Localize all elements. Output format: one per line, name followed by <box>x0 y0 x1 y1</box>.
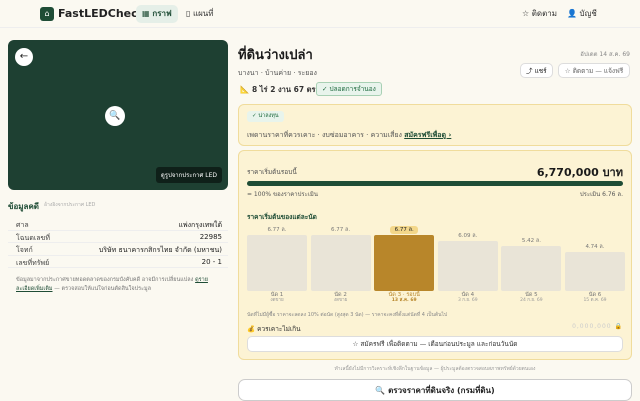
case-info-subtitle: อ้างอิงจากประกาศ LED <box>44 202 96 208</box>
breadcrumb: บางนา · บ้านค่าย · ระยอง <box>238 69 317 77</box>
share-icon: ⤴ <box>526 67 533 75</box>
recommend-label: 💰 ควรเคาะไม่เกิน <box>247 325 301 333</box>
signup-cta-button[interactable]: ☆ สมัครฟรี เพื่อติดตาม — เตือนก่อนประมูล… <box>247 336 623 352</box>
photo-caption[interactable]: ดูรูปจากประกาศ LED <box>155 167 222 183</box>
follow-link[interactable]: ☆ ติดตาม <box>522 5 557 23</box>
update-date: อัปเดต 14 ส.ค. 69 <box>580 51 630 58</box>
account-link[interactable]: 👤 บัญชี <box>567 5 597 23</box>
chart-category-label: นัด 2 งดขาย <box>333 292 348 303</box>
chart-bar[interactable] <box>247 235 307 291</box>
price-ratio-bar <box>247 181 623 186</box>
share-button[interactable]: ⤴ แชร์ <box>520 63 553 78</box>
info-row: เลขที่ทรัพย์ 20 - 1 <box>8 256 228 268</box>
chart-bar[interactable] <box>501 246 562 291</box>
footer-note: ทำเลนี้ยังไม่มีการวิเคราะห์เชิงลึกในฐานข… <box>334 366 536 372</box>
case-info-table: ศาล แพ่งกรุงเทพใต้ โฉนดเลขที่ 22985 โจทก์บ… <box>8 218 228 268</box>
chart-bar[interactable] <box>565 251 625 291</box>
schedule-title: ราคาเริ่มต้นของแต่ละนัด <box>247 213 317 221</box>
chart-value-label: 5.42 ล. <box>521 238 541 245</box>
chart-value-label: 6.77 ล. <box>267 227 287 233</box>
recommend-locked: 0,000,000 🔒 <box>572 323 623 330</box>
chart-value-label: 4.74 ล. <box>585 243 605 250</box>
land-area: 📐 8 ไร่ 2 งาน 67 ตร.ว. <box>240 85 326 94</box>
chart-category-label: นัด 43 ก.ย. 69 <box>457 292 478 303</box>
check-land-price-button[interactable]: 🔍 ตรวจราคาที่ดินจริง (กรมที่ดิน) <box>238 379 632 401</box>
property-photo: ← 🔍 ดูรูปจากประกาศ LED <box>8 40 228 190</box>
chart-value-label: 6.77 ล. <box>331 227 351 233</box>
signup-link[interactable]: สมัครฟรีเพื่อดู › <box>404 131 451 139</box>
promo-text: เพดานราคาที่ควรเคาะ · งบซ่อมอาคาร · ความ… <box>247 131 452 139</box>
case-info-title: ข้อมูลคดี <box>8 202 39 211</box>
chart-category-label: นัด 3 · รอบนี้ 13 ส.ค. 69 <box>388 292 420 303</box>
appraisal-value: ประเมิน 6.76 ล. <box>579 191 623 198</box>
status-badge: ✓ ปลอดการจำนอง <box>316 82 382 96</box>
schedule-disclaimer: นัดที่ไม่มีผู้ซื้อ ราคาจะลดลง 10% ต่อนัด… <box>247 312 448 318</box>
chart-category-label: นัด 1 งดขาย <box>270 292 284 303</box>
case-info-note: ข้อมูลมาจากประกาศขายทอดตลาดของกรมบังคับค… <box>16 277 208 292</box>
back-button[interactable]: ← <box>15 48 33 66</box>
chart-category-label: นัด 6 15 ต.ค. 69 <box>583 292 607 303</box>
zoom-icon[interactable]: 🔍 <box>105 106 125 126</box>
chart-bar[interactable] <box>310 235 371 291</box>
chart-bar[interactable] <box>437 240 498 291</box>
start-price: 6,770,000 บาท <box>536 166 623 179</box>
top-nav: ⌂ FastLEDChecker ▦ กราฟ ▯ แผนที่ ☆ ติดตา… <box>0 0 640 28</box>
price-label: ราคาเริ่มต้นรอบนี้ <box>247 168 297 176</box>
chart-bar[interactable] <box>374 235 435 291</box>
info-row: ศาล แพ่งกรุงเทพใต้ <box>8 218 228 231</box>
chart-value-label: 6.77 ล. <box>390 226 419 234</box>
home-icon[interactable]: ⌂ <box>40 7 54 21</box>
promo-tag: ✓ น่าลงทุน <box>247 111 284 122</box>
pricing-card: ราคาเริ่มต้นรอบนี้ 6,770,000 บาท = 100% … <box>238 150 632 360</box>
promo-card: ✓ น่าลงทุน เพดานราคาที่ควรเคาะ · งบซ่อมอ… <box>238 104 632 146</box>
chart-category-label: นัด 5 24 ก.ย. 69 <box>520 292 543 303</box>
page-title: ที่ดินว่างเปล่า <box>238 48 313 63</box>
info-row: โฉนดเลขที่ 22985 <box>8 231 228 243</box>
follow-button[interactable]: ☆ ติดตาม — แจ้งฟรี <box>558 63 630 78</box>
schedule-chart: 6.77 ล. นัด 1 งดขาย 6.77 ล. นัด 2 งดขาย 6.77 ล… <box>247 223 625 309</box>
tab-map[interactable]: ▯ แผนที่ <box>180 5 220 23</box>
price-ratio-text: = 100% ของราคาประเมิน <box>247 191 318 198</box>
tab-graph[interactable]: ▦ กราฟ <box>136 5 178 23</box>
info-row: โจทก์ บริษัท ธนาคารกสิกรไทย จำกัด (มหาชน) <box>8 243 228 256</box>
chart-value-label: 6.09 ล. <box>458 232 478 239</box>
